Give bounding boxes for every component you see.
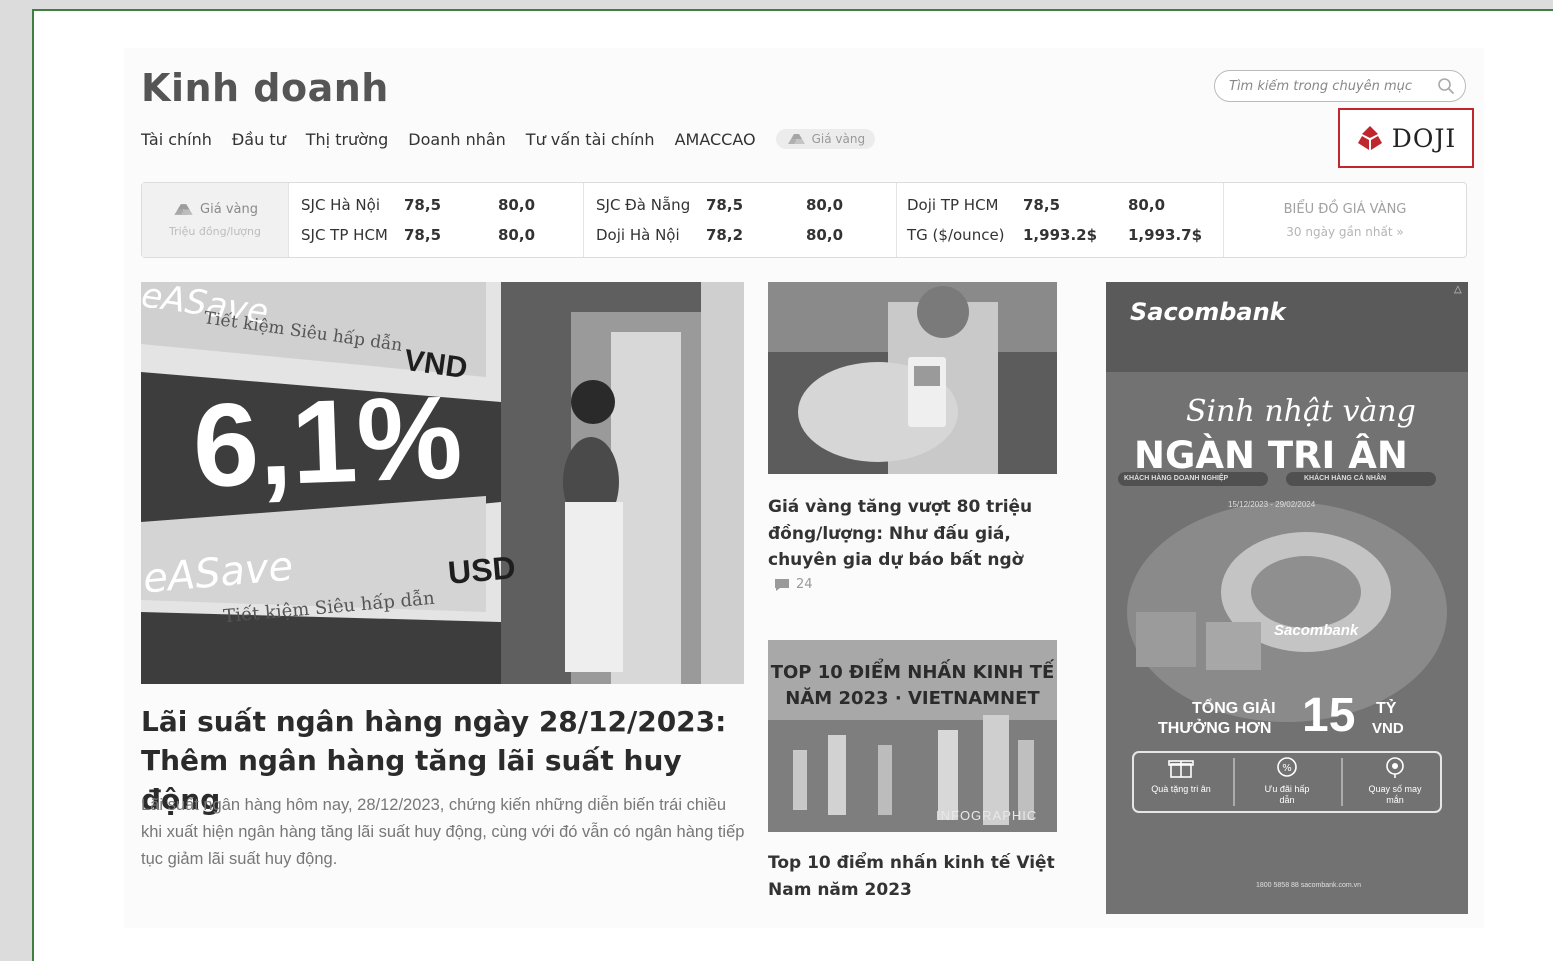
ad-perk-3: Quay số may mắn xyxy=(1368,784,1422,805)
ticker-unit: Triệu đồng/lượng xyxy=(168,225,261,238)
ticker-row: Doji TP HCM 78,5 80,0 xyxy=(907,196,1223,216)
ticker-group-2: SJC Đà Nẵng 78,5 80,0 Doji Hà Nội 78,2 8… xyxy=(584,183,897,257)
ad-prize-line-1: TỔNG GIẢI xyxy=(1192,700,1276,717)
doji-logo-text: DOJI xyxy=(1391,123,1457,153)
ticker-name: Doji Hà Nội xyxy=(596,226,680,244)
ticker-sell: 80,0 xyxy=(498,196,536,214)
ticker-name: SJC Hà Nội xyxy=(301,196,380,214)
card-1-photo xyxy=(768,282,1057,474)
ticker-group-3: Doji TP HCM 78,5 80,0 TG ($/ounce) 1,993… xyxy=(897,183,1224,257)
ticker-buy: 78,5 xyxy=(404,196,442,214)
ticker-sell: 80,0 xyxy=(498,226,536,244)
ad-contact: 1800 5858 88 sacombank.com.vn xyxy=(1256,882,1362,889)
ticker-name: Doji TP HCM xyxy=(907,196,999,214)
page-title: Kinh doanh xyxy=(141,66,389,110)
ticker-group-1: SJC Hà Nội 78,5 80,0 SJC TP HCM 78,5 80,… xyxy=(289,183,584,257)
ad-background xyxy=(1106,282,1468,914)
card-2-image-title: TOP 10 ĐIỂM NHẤN KINH TẾ NĂM 2023 · VIET… xyxy=(770,662,1055,709)
ticker-buy: 78,5 xyxy=(404,226,442,244)
ticker-name: SJC Đà Nẵng xyxy=(596,196,691,214)
ticker-sell: 80,0 xyxy=(806,196,844,214)
comment-icon xyxy=(775,578,789,591)
hero-image-currency-2: USD xyxy=(446,549,517,591)
ticker-buy: 78,5 xyxy=(706,196,744,214)
ad-headline: NGÀN TRI ÂN xyxy=(1134,434,1408,477)
ticker-label[interactable]: Giá vàng Triệu đồng/lượng xyxy=(142,183,289,257)
ticker-sell: 80,0 xyxy=(1128,196,1166,214)
category-subnav: Tài chính Đầu tư Thị trường Doanh nhân T… xyxy=(141,126,876,152)
gold-chart-link-title: BIỂU ĐỒ GIÁ VÀNG xyxy=(1283,201,1407,217)
gold-bars-icon xyxy=(174,204,193,215)
ad-perk-2: Ưu đãi hấp dẫn xyxy=(1264,784,1310,805)
ticker-sell: 80,0 xyxy=(806,226,844,244)
ticker-sell: 1,993.7$ xyxy=(1128,226,1203,244)
ticker-name: SJC TP HCM xyxy=(301,226,388,244)
subnav-item-amaccao[interactable]: AMACCAO xyxy=(675,130,756,149)
gold-chart-link[interactable]: BIỂU ĐỒ GIÁ VÀNG 30 ngày gần nhất » xyxy=(1224,183,1466,257)
ticker-row: TG ($/ounce) 1,993.2$ 1,993.7$ xyxy=(907,226,1223,246)
ticker-buy: 78,5 xyxy=(1023,196,1061,214)
search-input[interactable] xyxy=(1227,77,1437,95)
doji-emblem-icon xyxy=(1357,126,1382,150)
gold-bars-icon xyxy=(787,134,805,144)
ad-perk-1: Quà tặng tri ân xyxy=(1151,784,1211,794)
search-icon[interactable] xyxy=(1437,77,1455,95)
ad-brand: Sacombank xyxy=(1130,298,1286,326)
ad-tag-business: KHÁCH HÀNG DOANH NGHIỆP xyxy=(1124,475,1229,482)
ticker-label-text: Giá vàng xyxy=(200,202,258,217)
article-card-1-title[interactable]: Giá vàng tăng vượt 80 triệu đồng/lượng: … xyxy=(768,494,1060,574)
ticker-name: TG ($/ounce) xyxy=(907,226,1005,244)
hero-article-image[interactable]: eASave Tiết kiệm Siêu hấp dẫn VND 6,1% e… xyxy=(141,282,744,684)
comment-count: 24 xyxy=(796,577,813,592)
ad-choices-icon[interactable]: △ xyxy=(1454,284,1462,295)
article-card-2-title[interactable]: Top 10 điểm nhấn kinh tế Việt Nam năm 20… xyxy=(768,850,1060,903)
ad-prize-amount: 15 xyxy=(1302,689,1356,742)
offer-icon: % xyxy=(1277,757,1297,777)
ticker-row: SJC TP HCM 78,5 80,0 xyxy=(301,226,581,246)
sponsor-logo-doji[interactable]: DOJI xyxy=(1338,108,1474,168)
gift-icon xyxy=(1168,760,1194,778)
ad-prize-line-2: THƯỞNG HƠN xyxy=(1158,720,1272,737)
ad-dates: 15/12/2023 - 29/02/2024 xyxy=(1228,500,1316,509)
subnav-item-thi-truong[interactable]: Thị trường xyxy=(306,130,389,149)
gold-price-ticker: Giá vàng Triệu đồng/lượng SJC Hà Nội 78,… xyxy=(141,182,1467,258)
gold-pill-label: Giá vàng xyxy=(811,132,866,146)
sacombank-advertisement[interactable]: Sacombank Sinh nhật vàng NGÀN TRI ÂN KHÁ… xyxy=(1106,282,1468,914)
subnav-item-tu-van-tai-chinh[interactable]: Tư vấn tài chính xyxy=(526,130,655,149)
ticker-row: SJC Đà Nẵng 78,5 80,0 xyxy=(596,196,896,216)
article-card-1-image[interactable] xyxy=(768,282,1057,474)
lucky-draw-icon xyxy=(1386,757,1404,778)
article-card-1-comments[interactable]: 24 xyxy=(774,577,813,592)
ad-tag-personal: KHÁCH HÀNG CÁ NHÂN xyxy=(1304,475,1387,482)
ad-brand-small: Sacombank xyxy=(1274,622,1359,639)
hero-image-rate: 6,1% xyxy=(190,371,465,513)
ticker-row: SJC Hà Nội 78,5 80,0 xyxy=(301,196,581,216)
card-2-image-tag: INFOGRAPHIC xyxy=(936,808,1038,823)
ticker-buy: 78,2 xyxy=(706,226,744,244)
ad-script-title: Sinh nhật vàng xyxy=(1186,394,1416,429)
gold-price-pill[interactable]: Giá vàng xyxy=(775,129,876,149)
ticker-row: Doji Hà Nội 78,2 80,0 xyxy=(596,226,896,246)
article-card-2-image[interactable]: TOP 10 ĐIỂM NHẤN KINH TẾ NĂM 2023 · VIET… xyxy=(768,640,1057,832)
svg-text:%: % xyxy=(1282,763,1292,774)
search-box[interactable] xyxy=(1214,70,1466,102)
ticker-buy: 1,993.2$ xyxy=(1023,226,1098,244)
ad-prize-unit-1: TỶ xyxy=(1376,700,1397,717)
subnav-item-dau-tu[interactable]: Đầu tư xyxy=(232,130,286,149)
ad-prize-unit-2: VND xyxy=(1372,720,1404,737)
subnav-item-tai-chinh[interactable]: Tài chính xyxy=(141,130,212,149)
hero-article-sapo: Lãi suất ngân hàng hôm nay, 28/12/2023, … xyxy=(141,796,745,868)
gold-chart-link-sub: 30 ngày gần nhất » xyxy=(1286,224,1404,239)
subnav-item-doanh-nhan[interactable]: Doanh nhân xyxy=(408,130,506,149)
